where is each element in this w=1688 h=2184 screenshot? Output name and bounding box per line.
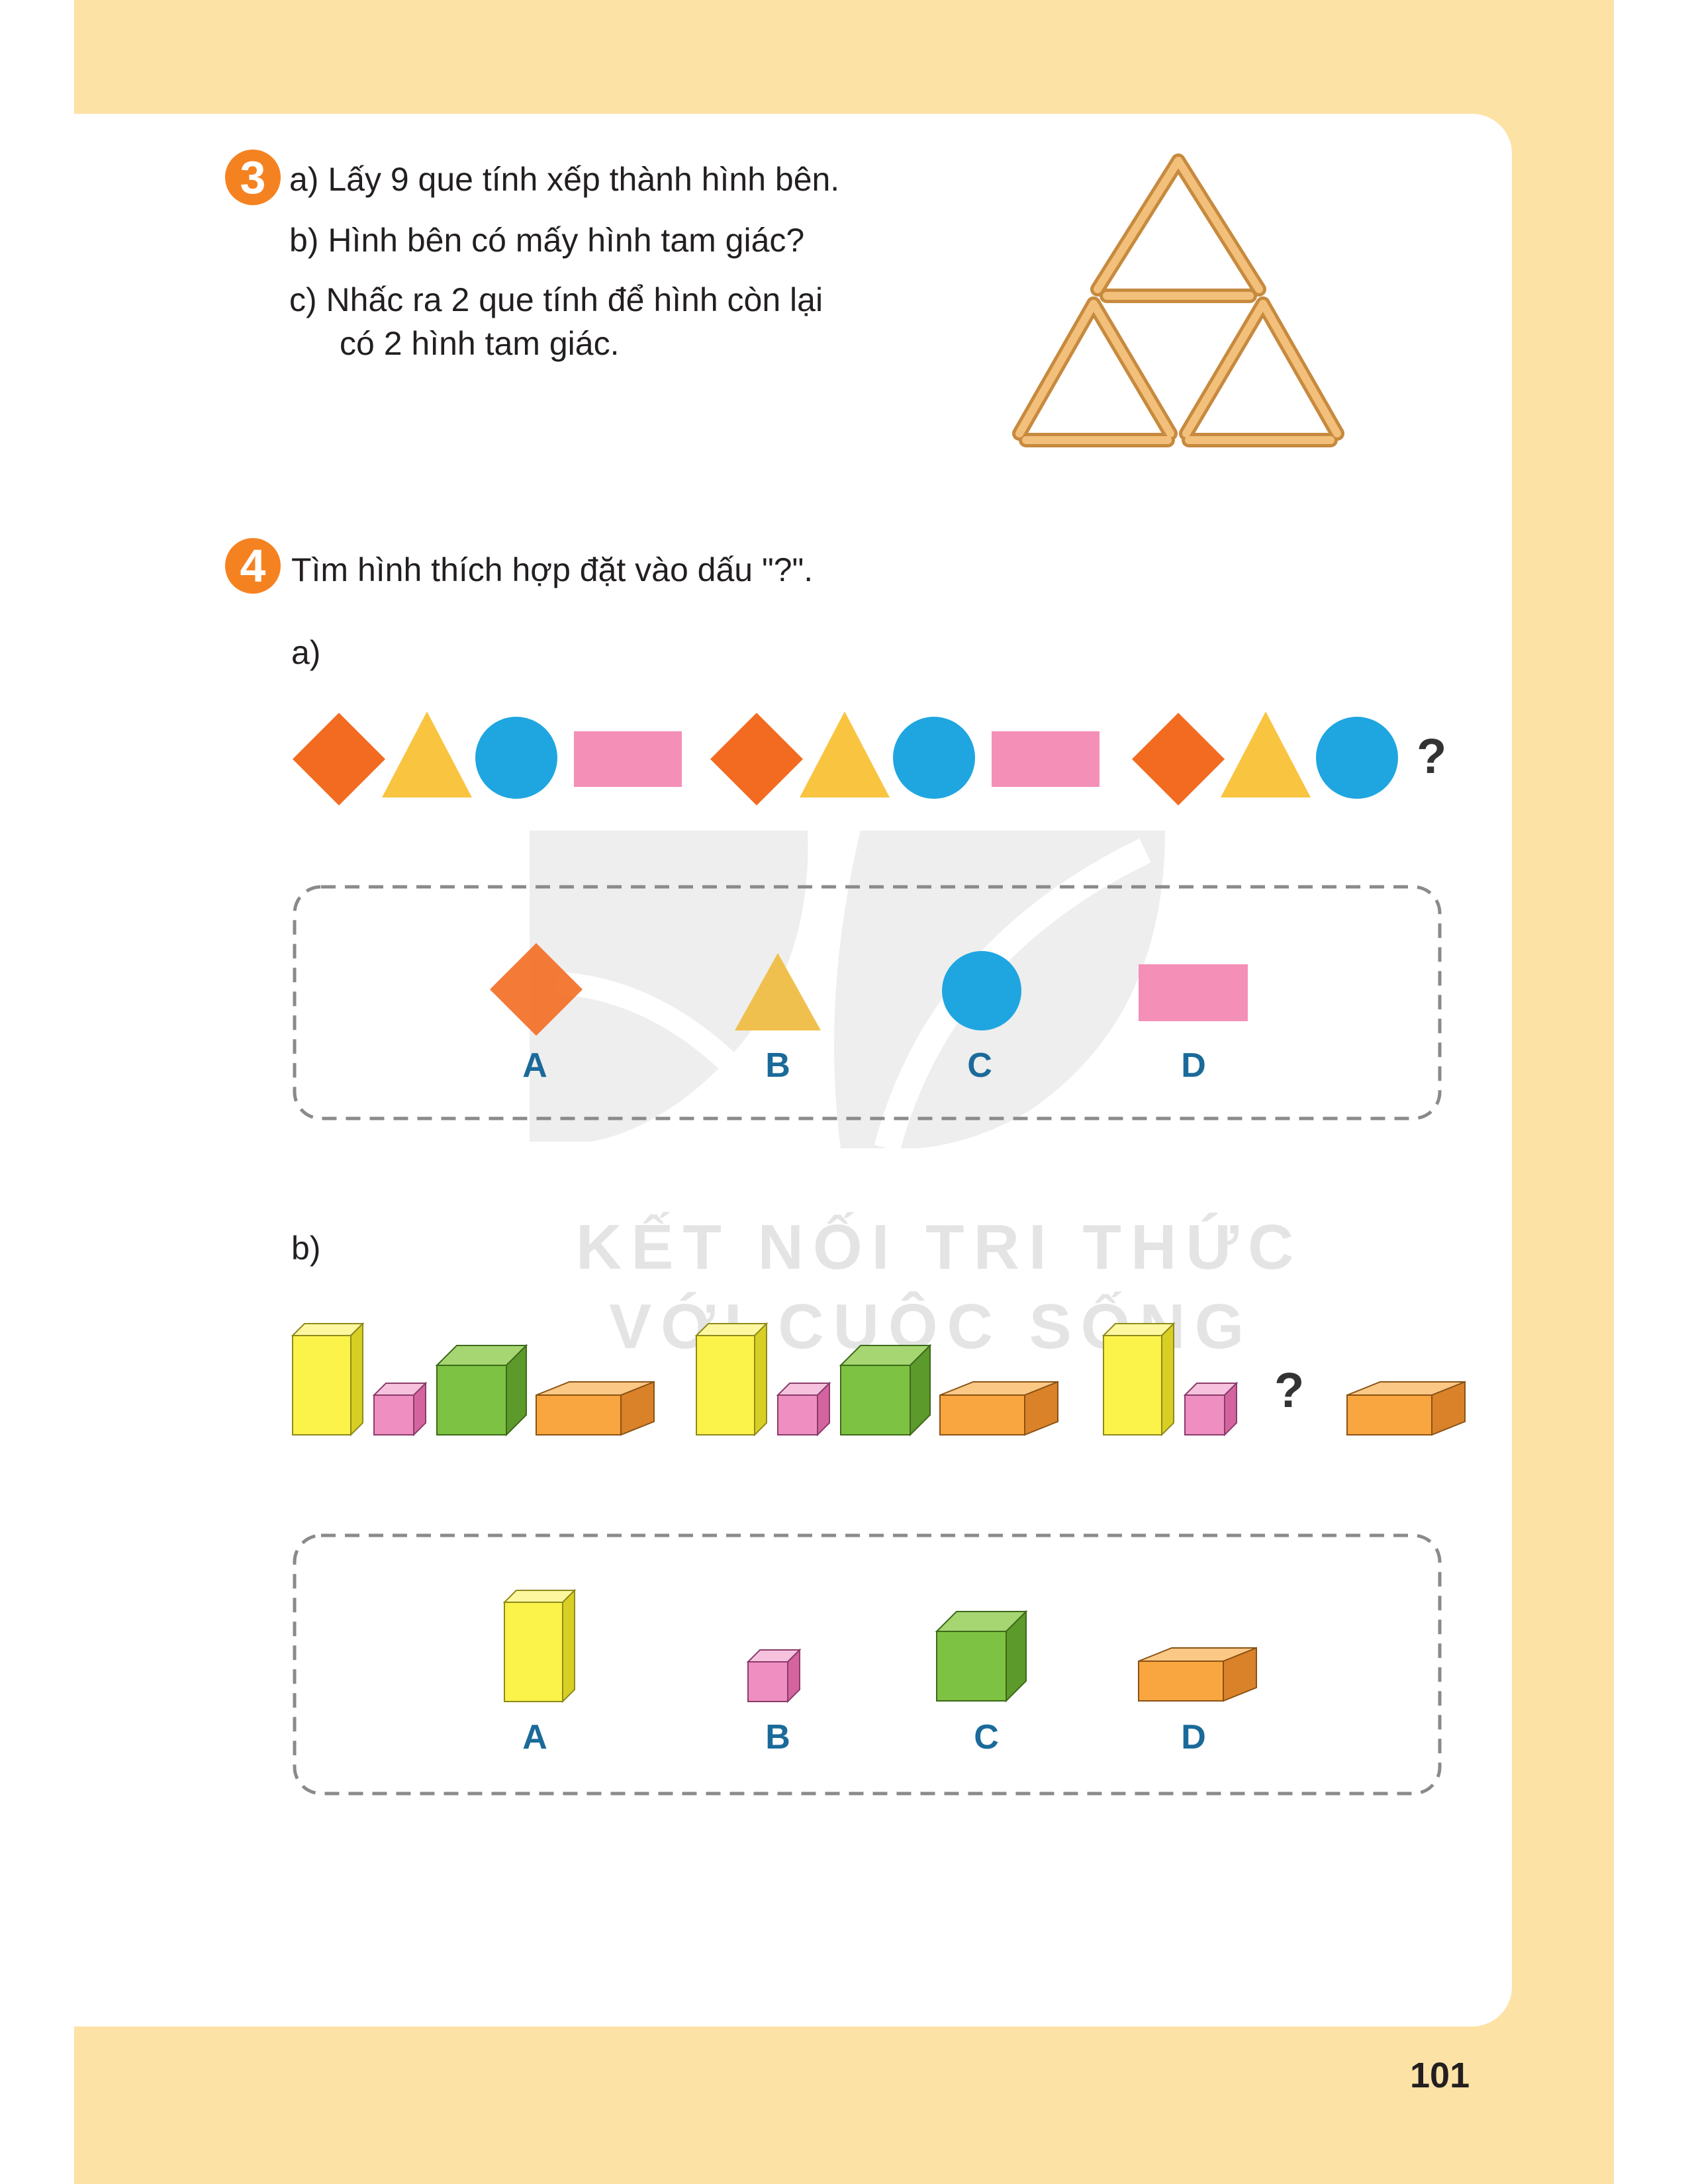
sequence-circle — [893, 717, 975, 799]
exercise-4-badge: 4 — [225, 538, 281, 594]
sequence-orange-box — [939, 1381, 1058, 1435]
part-b-option-a-label[interactable]: A — [508, 1717, 561, 1757]
sequence-pink-cube — [777, 1383, 830, 1435]
exercise-3-line-a: a) Lấy 9 que tính xếp thành hình bên. — [289, 161, 840, 198]
sequence-triangle — [800, 711, 890, 797]
part-a-label: a) — [291, 634, 321, 671]
sequence-green-cube — [436, 1345, 527, 1435]
part-b-label: b) — [291, 1230, 321, 1267]
option-a-diamond — [490, 943, 583, 1036]
sequence-circle — [1316, 717, 1398, 799]
option-d-rectangle — [1139, 964, 1248, 1021]
part-b-option-b-label[interactable]: B — [751, 1717, 804, 1757]
part-a-option-d-label[interactable]: D — [1167, 1046, 1220, 1085]
sequence-yellow-prism — [1103, 1323, 1174, 1435]
part-a-sequence — [293, 711, 1398, 805]
sequence-diamond — [293, 713, 385, 805]
sequence-orange-box — [1346, 1381, 1466, 1435]
sequence-triangle — [382, 711, 472, 797]
sequence-rectangle — [992, 731, 1100, 787]
option-a-yellow-prism — [504, 1590, 575, 1702]
part-b-option-d-label[interactable]: D — [1167, 1717, 1220, 1757]
part-a-option-b-label[interactable]: B — [751, 1046, 804, 1085]
exercise-3-badge: 3 — [225, 150, 281, 205]
option-c-green-cube — [936, 1611, 1027, 1702]
watermark-line-1: KẾT NỐI TRI THỨC — [576, 1212, 1303, 1283]
page-number: 101 — [1410, 2056, 1470, 2095]
part-b-options-box — [293, 1533, 1442, 1796]
sequence-diamond — [710, 713, 803, 805]
exercise-3-line-c2: có 2 hình tam giác. — [340, 325, 620, 362]
sequence-rectangle — [574, 731, 682, 787]
part-a-option-c-label[interactable]: C — [953, 1046, 1006, 1085]
exercise-3-line-c1: c) Nhấc ra 2 que tính để hình còn lại — [289, 281, 823, 318]
part-a-option-a-label[interactable]: A — [508, 1046, 561, 1085]
sequence-pink-cube — [373, 1383, 426, 1435]
part-a-question-mark: ? — [1417, 729, 1447, 784]
option-b-pink-cube — [747, 1649, 800, 1702]
part-a-options-box — [293, 885, 1442, 1120]
part-b-question-mark: ? — [1274, 1363, 1305, 1418]
option-c-circle — [942, 951, 1021, 1030]
sequence-pink-cube — [1184, 1383, 1237, 1435]
sequence-diamond — [1132, 713, 1225, 805]
sequence-triangle — [1221, 711, 1311, 797]
sequence-green-cube — [840, 1345, 931, 1435]
sequence-circle — [475, 717, 557, 799]
matchstick-triangles-icon — [1012, 154, 1344, 447]
part-b-option-c-label[interactable]: C — [960, 1717, 1013, 1757]
exercise-4-instruction: Tìm hình thích hợp đặt vào dấu "?". — [291, 551, 814, 588]
option-b-triangle — [735, 953, 821, 1030]
sequence-yellow-prism — [696, 1323, 767, 1435]
exercise-3-line-b: b) Hình bên có mấy hình tam giác? — [289, 222, 805, 259]
sequence-orange-box — [536, 1381, 655, 1435]
sequence-yellow-prism — [292, 1323, 363, 1435]
option-d-orange-box — [1138, 1647, 1257, 1702]
